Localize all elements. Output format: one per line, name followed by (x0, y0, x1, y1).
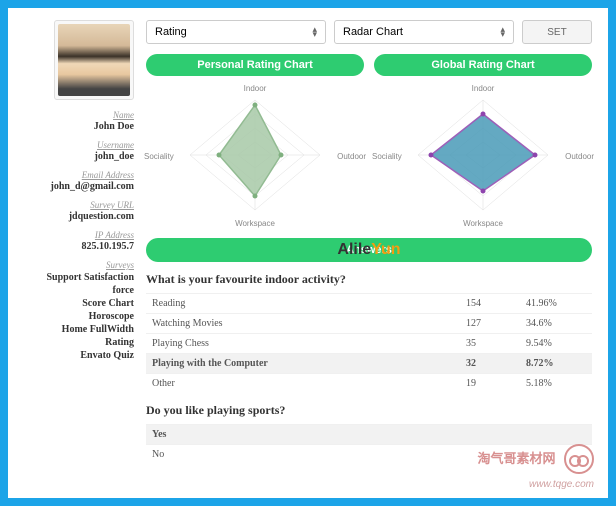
answer-row[interactable]: Playing with the Computer328.72% (146, 353, 592, 373)
set-button[interactable]: SET (522, 20, 592, 44)
rating-select[interactable]: Rating ▴▾ (146, 20, 326, 44)
axis-label: Sociality (144, 152, 174, 161)
name-value: John Doe (24, 121, 134, 132)
answer-row[interactable]: Other195.18% (146, 373, 592, 393)
ip-label: IP Address (24, 230, 134, 240)
ip-value: 825.10.195.7 (24, 241, 134, 252)
survey-link[interactable]: force (24, 285, 134, 296)
select-value: Rating (155, 26, 187, 38)
axis-label: Workspace (463, 219, 503, 228)
survey-link[interactable]: Home FullWidth (24, 324, 134, 335)
username-value: john_doe (24, 151, 134, 162)
personal-chart-title: Personal Rating Chart (146, 54, 364, 76)
survey-link[interactable]: Rating (24, 337, 134, 348)
question-2: Do you like playing sports? (146, 403, 592, 418)
name-label: Name (24, 110, 134, 120)
select-value: Radar Chart (343, 26, 403, 38)
chevron-updown-icon: ▴▾ (500, 27, 505, 37)
global-radar-chart: Indoor Outdoor Workspace Sociality (374, 80, 592, 230)
answers-header-text: Answers (346, 244, 392, 256)
axis-label: Workspace (235, 219, 275, 228)
survey-link[interactable]: Horoscope (24, 311, 134, 322)
personal-radar-chart: Indoor Outdoor Workspace Sociality (146, 80, 364, 230)
main-content: Rating ▴▾ Radar Chart ▴▾ SET Personal Ra… (146, 20, 592, 486)
chart-type-select[interactable]: Radar Chart ▴▾ (334, 20, 514, 44)
survey-url-value: jdquestion.com (24, 211, 134, 222)
answer-row[interactable]: Playing Chess359.54% (146, 333, 592, 353)
answers-header: Answers AlileYun (146, 238, 592, 262)
axis-label: Sociality (372, 152, 402, 161)
survey-url-label: Survey URL (24, 200, 134, 210)
chevron-updown-icon: ▴▾ (312, 27, 317, 37)
survey-link[interactable]: Score Chart (24, 298, 134, 309)
footer-watermark: 淘气哥素材网 www.tqge.com (478, 444, 594, 492)
answer-row[interactable]: Watching Movies12734.6% (146, 313, 592, 333)
answer-row[interactable]: Reading15441.96% (146, 293, 592, 313)
answers-table-1: Reading15441.96%Watching Movies12734.6%P… (146, 293, 592, 393)
surveys-label: Surveys (24, 260, 134, 270)
global-chart-title: Global Rating Chart (374, 54, 592, 76)
answer-row[interactable]: Yes (146, 424, 592, 444)
axis-label: Outdoor (337, 152, 366, 161)
avatar (54, 20, 134, 100)
username-label: Username (24, 140, 134, 150)
glasses-icon (564, 444, 594, 474)
email-label: Email Address (24, 170, 134, 180)
survey-link[interactable]: Envato Quiz (24, 350, 134, 361)
axis-label: Outdoor (565, 152, 594, 161)
survey-link[interactable]: Support Satisfaction (24, 272, 134, 283)
surveys-list: Support Satisfaction force Score Chart H… (24, 272, 134, 361)
question-1: What is your favourite indoor activity? (146, 272, 592, 287)
axis-label: Indoor (244, 84, 267, 93)
axis-label: Indoor (472, 84, 495, 93)
email-value: john_d@gmail.com (24, 181, 134, 192)
sidebar: Name John Doe Username john_doe Email Ad… (24, 20, 134, 486)
